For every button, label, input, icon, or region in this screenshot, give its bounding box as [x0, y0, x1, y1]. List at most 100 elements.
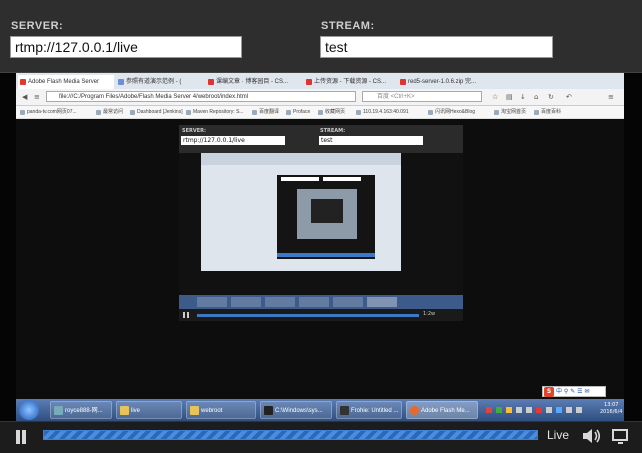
- taskbar-item: royce888-网...: [50, 401, 112, 419]
- tray-app-icon: [496, 407, 502, 413]
- page-favicon-icon: [118, 79, 124, 85]
- nested-server-field: rtmp://127.0.0.1/live: [181, 136, 285, 145]
- bookmark-item: Proface: [286, 107, 310, 117]
- undo-icon: ↶: [566, 93, 572, 101]
- tray-app-icon: [566, 407, 572, 413]
- folder-icon: [120, 406, 129, 415]
- bookmark-icon: ▤: [506, 93, 513, 101]
- browser-tab: 参照有道演示范例 - (: [116, 75, 204, 89]
- browser-tab: 上传资源 - 下载资源 - CS...: [304, 75, 396, 89]
- tab-label: 参照有道演示范例 - (: [126, 79, 182, 85]
- nested-player: SERVER: rtmp://127.0.0.1/live STREAM: te…: [179, 125, 463, 321]
- stream-input[interactable]: test: [320, 36, 553, 58]
- tray-app-icon: [506, 407, 512, 413]
- search-box: 百度 <Ctrl+K>: [362, 91, 482, 102]
- taskbar-item-label: webroot: [201, 408, 223, 414]
- taskbar-item-label: Adobe Flash Me...: [421, 408, 470, 414]
- tab-label: 上传资源 - 下载资源 - CS...: [314, 79, 387, 85]
- fullscreen-button[interactable]: [612, 429, 628, 444]
- bookmark-item: 收藏网页: [318, 107, 345, 117]
- nested-player-controls: 1:2w: [179, 309, 463, 321]
- nested-progress-bar: [197, 314, 419, 317]
- taskbar-item: live: [116, 401, 182, 419]
- browser-tab: 课编文章 · 博客园目 - CS...: [206, 75, 302, 89]
- menu-icon: ≡: [34, 93, 40, 101]
- console-icon: [264, 406, 273, 415]
- progress-bar[interactable]: [43, 430, 538, 440]
- tray-app-icon: [536, 407, 542, 413]
- windows-start-icon: [19, 400, 39, 420]
- back-icon: ◀: [22, 93, 28, 101]
- app-icon: [340, 406, 349, 415]
- tray-app-icon: [556, 407, 562, 413]
- tray-app-icon: [526, 407, 532, 413]
- live-label: Live: [547, 428, 570, 442]
- server-label: SERVER:: [11, 20, 64, 32]
- server-input[interactable]: rtmp://127.0.0.1/live: [10, 36, 242, 58]
- app-icon: [54, 406, 63, 415]
- bookmark-item: 淘宝网首页: [494, 107, 526, 117]
- nested-time-label: 1:2w: [423, 311, 436, 317]
- nested-taskbar: [179, 295, 463, 309]
- player-controls: Live: [0, 421, 642, 453]
- taskbar-clock: 13:07 2016/6/4: [600, 402, 622, 416]
- firefox-icon: [410, 406, 419, 415]
- taskbar-item-label: Frohie: Untitled ...: [351, 408, 399, 414]
- taskbar-item: Frohie: Untitled ...: [336, 401, 402, 419]
- browser-tab: Adobe Flash Media Server: [18, 75, 114, 89]
- recursive-screen-capture: [201, 153, 401, 271]
- browser-nav-bar: ◀ ≡ file:///C:/Program Files/Adobe/Flash…: [16, 89, 624, 106]
- taskbar-item-label: royce888-网...: [65, 408, 103, 414]
- nested-settings-panel: SERVER: rtmp://127.0.0.1/live STREAM: te…: [179, 125, 463, 153]
- nested-server-label: SERVER:: [182, 128, 207, 134]
- clock-date: 2016/6/4: [600, 409, 623, 415]
- pause-button[interactable]: [14, 430, 28, 444]
- star-icon: ☆: [492, 93, 499, 101]
- bookmarks-bar: panda-tv.com网页07... 最常访问 Dashboard [Jenk…: [16, 106, 624, 119]
- home-icon: ⌂: [534, 93, 539, 101]
- taskbar-item-label: C:\Windows\sys...: [275, 408, 323, 414]
- csdn-favicon-icon: [306, 79, 312, 85]
- reload-icon: ↻: [548, 93, 554, 101]
- volume-button[interactable]: [582, 428, 602, 448]
- folder-icon: [190, 406, 199, 415]
- url-bar: file:///C:/Program Files/Adobe/Flash Med…: [46, 91, 356, 102]
- ime-toolbar: 中 ⚲ ✎ ☰ ✉: [542, 386, 606, 397]
- csdn-favicon-icon: [208, 79, 214, 85]
- tab-label: 课编文章 · 博客园目 - CS...: [216, 79, 289, 85]
- system-tray: 13:07 2016/6/4: [482, 399, 624, 421]
- taskbar-item: webroot: [186, 401, 256, 419]
- csdn-favicon-icon: [400, 79, 406, 85]
- volume-icon: [583, 429, 601, 443]
- windows-taskbar: royce888-网... live webroot C:\Windows\sy…: [16, 399, 624, 421]
- bookmark-item: 百度百科: [534, 107, 561, 117]
- video-display[interactable]: Adobe Flash Media Server 参照有道演示范例 - ( 课编…: [0, 73, 642, 421]
- taskbar-item: C:\Windows\sys...: [260, 401, 332, 419]
- bookmark-item: 百度翻译: [252, 107, 279, 117]
- nested-stream-label: STREAM:: [320, 128, 346, 134]
- taskbar-item-label: live: [131, 408, 141, 414]
- streamed-browser-window: Adobe Flash Media Server 参照有道演示范例 - ( 课编…: [16, 73, 624, 421]
- clock-time: 13:07: [604, 402, 619, 408]
- tab-label: red5-server-1.0.6.zip 完...: [408, 79, 477, 85]
- flash-favicon-icon: [20, 79, 26, 85]
- stream-label: STREAM:: [321, 20, 375, 32]
- bookmark-item: Dashboard [Jenkins]: [130, 107, 183, 117]
- bookmark-item: panda-tv.com网页07...: [20, 107, 77, 117]
- hamburger-icon: ≡: [608, 93, 614, 101]
- tab-label: Adobe Flash Media Server: [28, 79, 100, 85]
- bookmark-item: 110.19.4.163:40.091: [356, 107, 409, 117]
- taskbar-item: Adobe Flash Me...: [406, 401, 478, 419]
- bookmark-item: 闪讯网Hexo&Blog: [428, 107, 475, 117]
- nested-stream-field: test: [319, 136, 423, 145]
- settings-panel: SERVER: rtmp://127.0.0.1/live STREAM: te…: [0, 0, 642, 73]
- tray-app-icon: [516, 407, 522, 413]
- tray-app-icon: [576, 407, 582, 413]
- browser-tab: red5-server-1.0.6.zip 完...: [398, 75, 494, 89]
- tray-app-icon: [546, 407, 552, 413]
- download-icon: ↓: [520, 93, 526, 101]
- browser-tab-strip: Adobe Flash Media Server 参照有道演示范例 - ( 课编…: [16, 73, 624, 89]
- bookmark-item: Maven Repository: S...: [186, 107, 244, 117]
- bookmark-item: 最常访问: [96, 107, 123, 117]
- tray-app-icon: [486, 407, 492, 413]
